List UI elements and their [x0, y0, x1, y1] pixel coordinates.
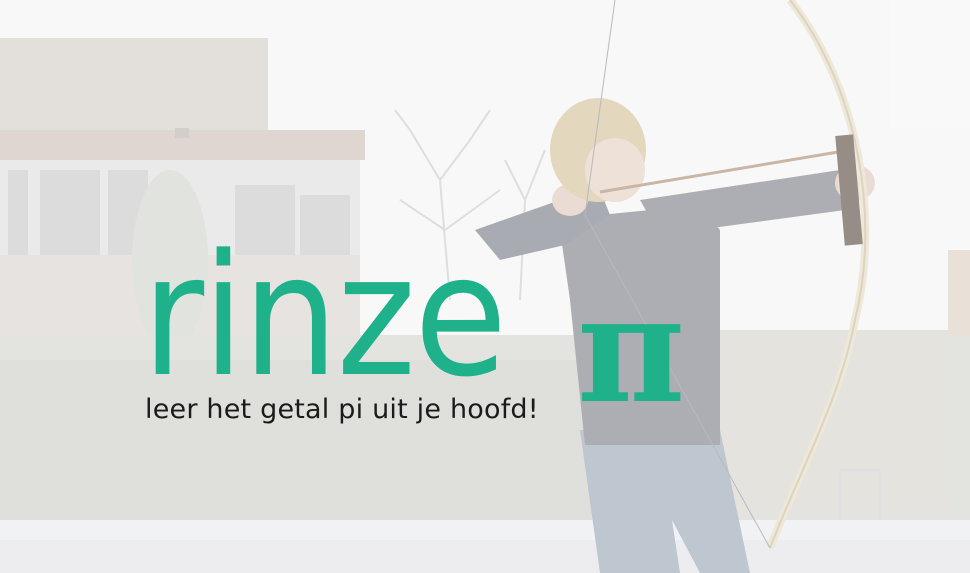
hero-banner: rinze π leer het getal pi uit je hoofd!	[0, 0, 970, 573]
logo: rinze π	[142, 200, 685, 423]
logo-wordmark: rinze	[142, 218, 507, 414]
tagline: leer het getal pi uit je hoofd!	[145, 394, 539, 425]
pi-symbol: π	[577, 262, 686, 436]
